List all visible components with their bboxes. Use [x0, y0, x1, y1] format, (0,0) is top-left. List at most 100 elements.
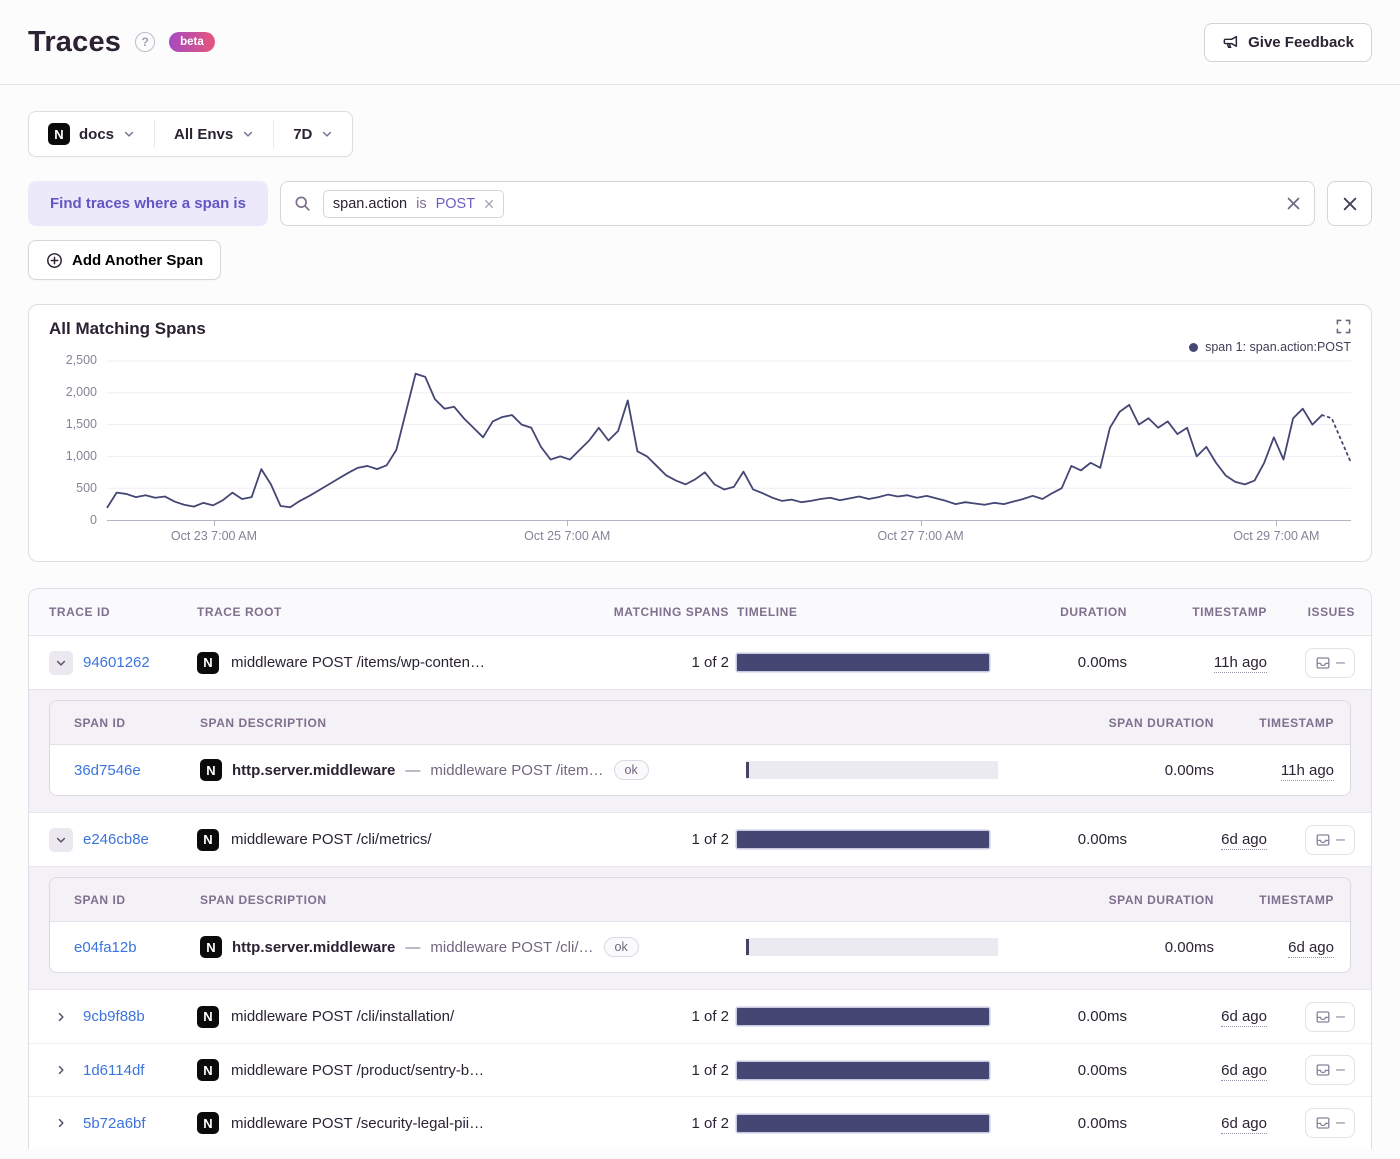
col-timestamp: TIMESTAMP	[1192, 605, 1267, 619]
chart-y-axis: 0 500 1,000 1,500 2,000 2,500	[49, 353, 107, 527]
trace-root-label: middleware POST /cli/installation/	[231, 1008, 455, 1025]
nextjs-project-icon: N	[200, 936, 222, 958]
span-status-badge: ok	[603, 937, 639, 957]
matching-spans-count: 1 of 2	[691, 1008, 729, 1025]
token-operator[interactable]: is	[416, 196, 426, 212]
nextjs-project-icon: N	[197, 828, 219, 851]
issues-button[interactable]: –	[1305, 824, 1355, 855]
trace-row: 94601262 N middleware POST /items/wp-con…	[29, 636, 1371, 689]
trace-timestamp: 6d ago	[1221, 1008, 1267, 1027]
expand-trace-icon[interactable]	[49, 1005, 73, 1029]
collapse-trace-icon[interactable]	[49, 827, 73, 852]
col-span-timestamp: TIMESTAMP	[1259, 892, 1334, 907]
trace-timeline-bar[interactable]	[737, 1008, 989, 1025]
remove-span-row-button[interactable]	[1327, 181, 1372, 226]
col-trace-root: TRACE ROOT	[197, 605, 282, 619]
nextjs-project-icon: N	[197, 651, 219, 674]
trace-timeline-bar[interactable]	[737, 654, 989, 671]
trace-id-link[interactable]: 94601262	[83, 654, 150, 671]
y-axis-label: 2,500	[65, 353, 97, 367]
matching-spans-count: 1 of 2	[691, 654, 729, 671]
trace-id-link[interactable]: 1d6114df	[83, 1062, 144, 1079]
span-op: http.server.middleware	[232, 761, 396, 779]
trace-duration: 0.00ms	[1077, 831, 1127, 848]
traces-table: TRACE ID TRACE ROOT MATCHING SPANS TIMEL…	[28, 588, 1372, 1149]
trace-timestamp: 6d ago	[1221, 1061, 1267, 1081]
page-title: Traces	[28, 25, 122, 58]
trace-id-link[interactable]: 5b72a6bf	[83, 1115, 146, 1132]
span-table: SPAN ID SPAN DESCRIPTION SPAN DURATION T…	[49, 877, 1351, 973]
nextjs-project-icon: N	[197, 1112, 219, 1134]
project-selector[interactable]: N docs	[29, 123, 154, 145]
trace-row: e246cb8e N middleware POST /cli/metrics/…	[29, 813, 1371, 866]
help-icon[interactable]: ?	[135, 32, 156, 52]
span-timeline-bar[interactable]	[746, 938, 998, 956]
expand-trace-icon[interactable]	[49, 1111, 73, 1135]
trace-timeline-bar[interactable]	[737, 1114, 989, 1132]
nextjs-project-icon: N	[48, 123, 70, 145]
give-feedback-button[interactable]: Give Feedback	[1204, 22, 1372, 62]
legend-dot	[1189, 342, 1199, 352]
clear-search-icon[interactable]	[1286, 196, 1301, 211]
x-axis-tick	[1276, 521, 1278, 526]
trace-root-label: middleware POST /items/wp-conten…	[231, 654, 485, 671]
span-duration: 0.00ms	[1164, 761, 1214, 779]
span-row: 36d7546e N http.server.middleware — midd…	[50, 745, 1350, 795]
plus-circle-icon	[46, 252, 63, 269]
token-value[interactable]: POST	[436, 196, 475, 212]
expand-chart-icon[interactable]	[1336, 319, 1351, 339]
add-another-span-button[interactable]: Add Another Span	[28, 240, 222, 280]
span-description: middleware POST /cli/…	[430, 938, 594, 956]
chart-plot	[107, 361, 1351, 521]
date-range-selector[interactable]: 7D	[274, 126, 352, 143]
y-axis-label: 2,000	[65, 385, 97, 399]
span-table: SPAN ID SPAN DESCRIPTION SPAN DURATION T…	[49, 700, 1351, 796]
col-matching-spans: MATCHING SPANS	[613, 605, 729, 619]
x-axis-label: Oct 23 7:00 AM	[170, 529, 258, 543]
span-query-row: Find traces where a span is span.action …	[28, 181, 1372, 226]
span-timestamp: 6d ago	[1288, 938, 1334, 958]
col-span-duration: SPAN DURATION	[1108, 892, 1214, 907]
span-timeline-bar[interactable]	[746, 761, 998, 779]
trace-id-link[interactable]: 9cb9f88b	[83, 1008, 145, 1025]
collapse-trace-icon[interactable]	[49, 650, 73, 675]
col-timeline: TIMELINE	[737, 605, 798, 619]
y-axis-label: 0	[90, 513, 97, 527]
issues-button[interactable]: –	[1305, 1055, 1355, 1085]
col-span-timestamp: TIMESTAMP	[1259, 715, 1334, 730]
trace-root-label: middleware POST /product/sentry-b…	[231, 1061, 485, 1079]
span-description: middleware POST /item…	[430, 761, 604, 779]
issues-empty-dash: –	[1336, 830, 1345, 848]
issues-button[interactable]: –	[1305, 1108, 1355, 1138]
beta-badge: beta	[169, 32, 215, 52]
trace-timestamp: 11h ago	[1213, 654, 1267, 673]
col-issues: ISSUES	[1307, 605, 1355, 619]
nextjs-project-icon: N	[200, 759, 222, 781]
remove-token-icon[interactable]	[484, 199, 494, 209]
trace-timeline-bar[interactable]	[737, 831, 989, 848]
trace-duration: 0.00ms	[1077, 1114, 1127, 1132]
x-axis-tick	[920, 521, 922, 526]
trace-timeline-bar[interactable]	[737, 1061, 989, 1079]
environment-selector[interactable]: All Envs	[155, 126, 273, 143]
chevron-down-icon	[321, 128, 333, 140]
span-search-input[interactable]: span.action is POST	[279, 181, 1315, 226]
y-axis-label: 1,000	[65, 449, 97, 463]
traces-table-header: TRACE ID TRACE ROOT MATCHING SPANS TIMEL…	[29, 589, 1371, 636]
expanded-span-section: SPAN ID SPAN DESCRIPTION SPAN DURATION T…	[29, 866, 1371, 990]
span-id-link[interactable]: e04fa12b	[74, 939, 192, 956]
trace-duration: 0.00ms	[1077, 654, 1127, 671]
issues-button[interactable]: –	[1305, 647, 1355, 678]
issues-empty-dash: –	[1336, 1061, 1345, 1078]
all-matching-spans-chart: All Matching Spans span 1: span.action:P…	[28, 304, 1372, 562]
expand-trace-icon[interactable]	[49, 1058, 73, 1082]
trace-root-label: middleware POST /security-legal-pii…	[231, 1114, 485, 1132]
col-span-description: SPAN DESCRIPTION	[200, 715, 327, 730]
col-span-id: SPAN ID	[74, 892, 126, 907]
trace-timestamp: 6d ago	[1221, 1114, 1267, 1134]
filter-token[interactable]: span.action is POST	[322, 189, 505, 218]
issues-button[interactable]: –	[1305, 1001, 1355, 1032]
trace-id-link[interactable]: e246cb8e	[83, 831, 149, 848]
span-timestamp: 11h ago	[1280, 761, 1334, 781]
span-id-link[interactable]: 36d7546e	[74, 762, 192, 779]
